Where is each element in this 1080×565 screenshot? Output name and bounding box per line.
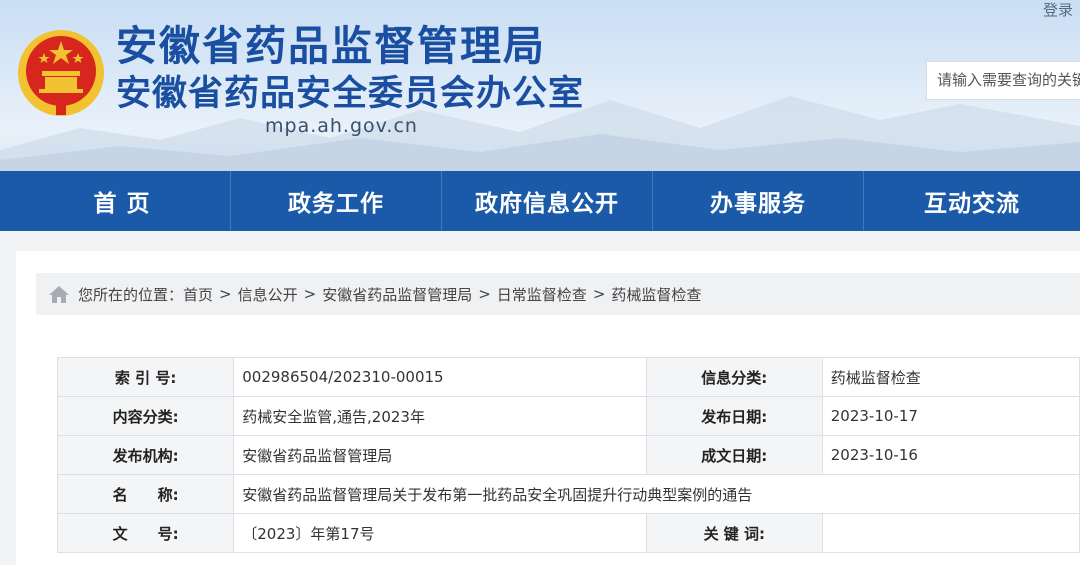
publish-date-value: 2023-10-17: [821, 396, 1080, 436]
publish-date-label: 发布日期:: [645, 396, 823, 436]
nav-item-government-affairs[interactable]: 政务工作: [231, 171, 442, 231]
national-emblem-icon: [18, 30, 104, 116]
search-input[interactable]: 请输入需要查询的关键: [926, 61, 1080, 100]
table-row: 名 称: 安徽省药品监督管理局关于发布第一批药品安全巩固提升行动典型案例的通告: [56, 474, 1080, 514]
document-name-label: 名 称:: [56, 474, 235, 514]
index-number-label: 索 引 号:: [56, 357, 235, 397]
nav-item-services[interactable]: 办事服务: [653, 171, 864, 231]
nav-item-information-disclosure[interactable]: 政府信息公开: [442, 171, 653, 231]
info-category-label: 信息分类:: [645, 357, 823, 397]
table-row: 内容分类: 药械安全监管,通告,2023年 发布日期: 2023-10-17: [56, 396, 1080, 436]
created-date-value: 2023-10-16: [821, 435, 1080, 475]
document-name-value: 安徽省药品监督管理局关于发布第一批药品安全巩固提升行动典型案例的通告: [233, 474, 1080, 514]
breadcrumb-item-agency[interactable]: 安徽省药品监督管理局: [322, 284, 472, 305]
index-number-value: 002986504/202310-00015: [233, 357, 647, 397]
breadcrumb: 您所在的位置： 首页 > 信息公开 > 安徽省药品监督管理局 > 日常监督检查 …: [36, 273, 1080, 315]
publishing-agency-label: 发布机构:: [56, 435, 235, 475]
content-type-value: 药械安全监管,通告,2023年: [233, 396, 647, 436]
home-icon: [49, 286, 69, 303]
breadcrumb-separator: >: [592, 285, 606, 303]
document-number-label: 文 号:: [56, 513, 235, 553]
site-header: 安徽省药品监督管理局 安徽省药品安全委员会办公室 mpa.ah.gov.cn 登…: [0, 0, 1080, 171]
created-date-label: 成文日期:: [645, 435, 823, 475]
main-nav: 首 页 政务工作 政府信息公开 办事服务 互动交流: [0, 171, 1080, 231]
breadcrumb-prefix: 您所在的位置：: [78, 285, 184, 304]
content-type-label: 内容分类:: [56, 396, 235, 436]
publishing-agency-value: 安徽省药品监督管理局: [233, 435, 647, 475]
site-title-primary: 安徽省药品监督管理局: [116, 22, 546, 70]
document-metadata-table: 索 引 号: 002986504/202310-00015 信息分类: 药械监督…: [56, 357, 1080, 553]
document-number-value: 〔2023〕年第17号: [233, 513, 647, 553]
keywords-value: [821, 513, 1080, 553]
breadcrumb-item-routine-inspection[interactable]: 日常监督检查: [497, 284, 587, 305]
breadcrumb-separator: >: [478, 285, 491, 303]
breadcrumb-separator: >: [303, 285, 317, 303]
breadcrumb-item-home[interactable]: 首页: [183, 284, 213, 305]
breadcrumb-separator: >: [219, 285, 232, 303]
login-link[interactable]: 登录: [1043, 0, 1073, 20]
site-title-secondary: 安徽省药品安全委员会办公室: [116, 74, 585, 114]
nav-item-interaction[interactable]: 互动交流: [864, 171, 1080, 231]
info-category-value: 药械监督检查: [821, 357, 1080, 397]
keywords-label: 关 键 词:: [645, 513, 823, 553]
table-row: 发布机构: 安徽省药品监督管理局 成文日期: 2023-10-16: [56, 435, 1080, 475]
breadcrumb-item-info-disclosure[interactable]: 信息公开: [238, 284, 298, 305]
nav-item-home[interactable]: 首 页: [0, 171, 231, 231]
breadcrumb-item-device-inspection[interactable]: 药械监督检查: [611, 284, 701, 305]
table-row: 文 号: 〔2023〕年第17号 关 键 词:: [56, 513, 1080, 553]
table-row: 索 引 号: 002986504/202310-00015 信息分类: 药械监督…: [56, 357, 1080, 397]
site-domain: mpa.ah.gov.cn: [265, 115, 418, 137]
